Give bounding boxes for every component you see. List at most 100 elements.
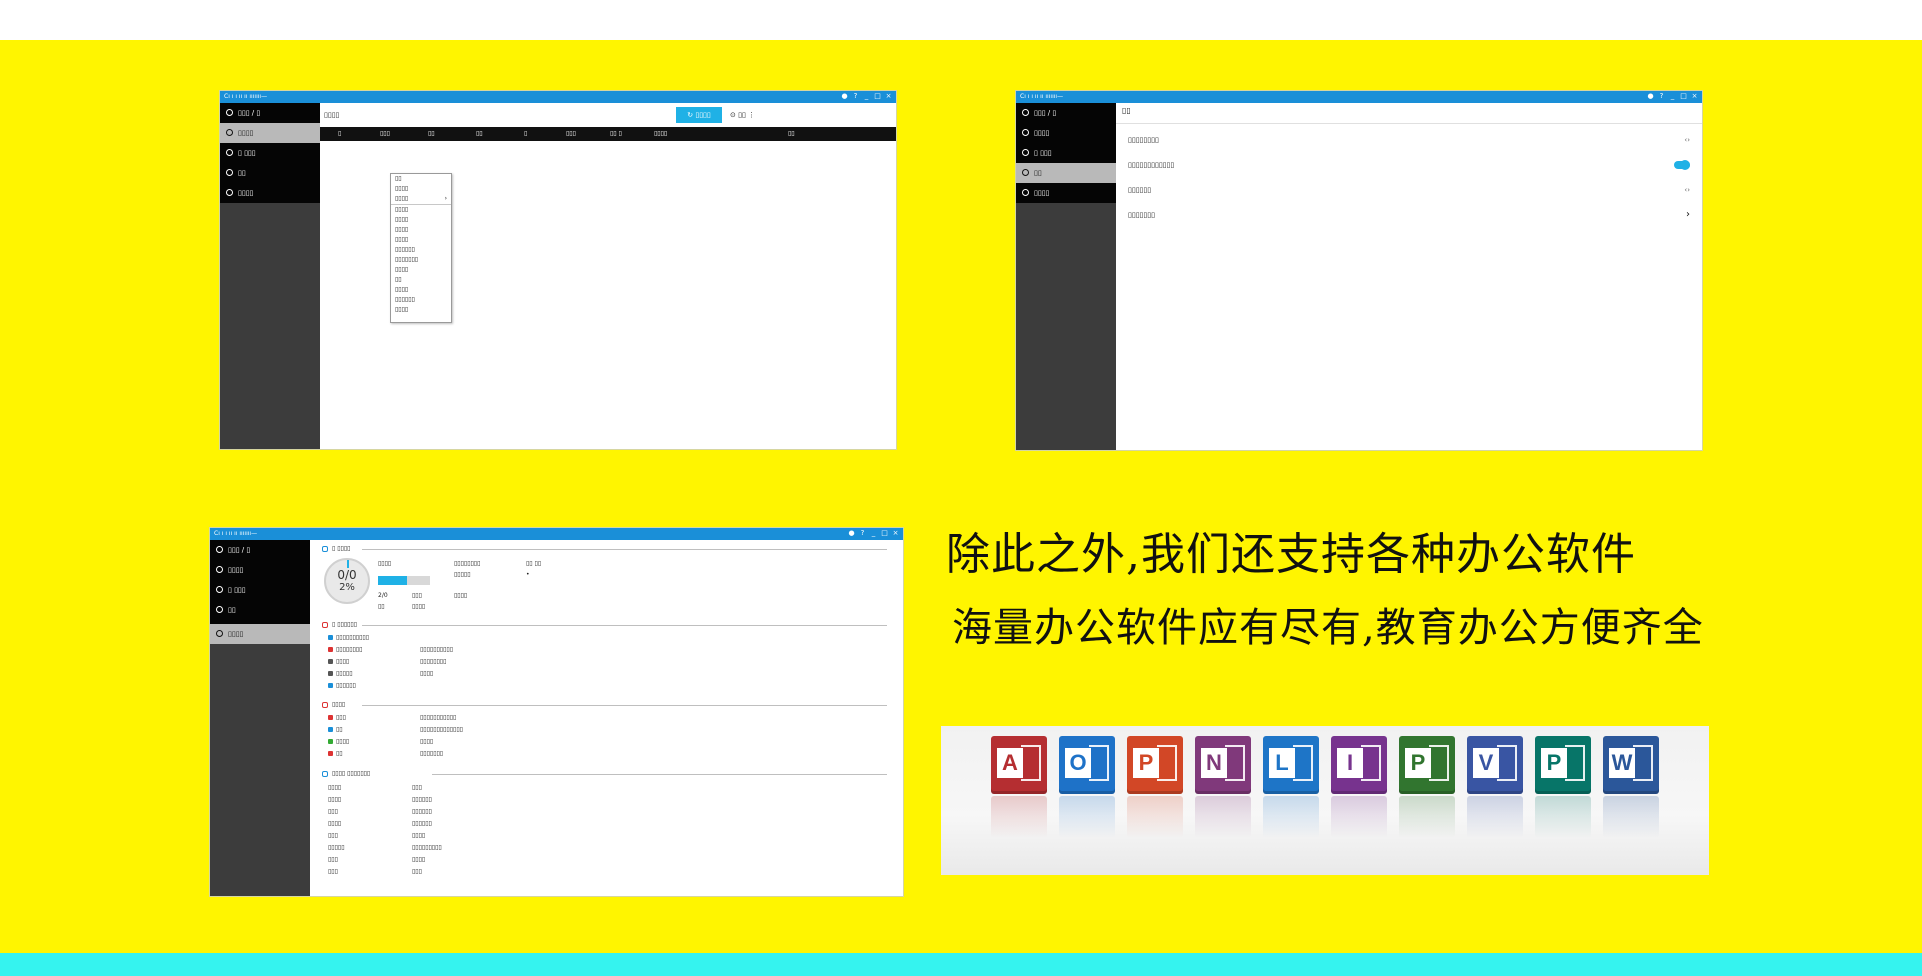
column-header[interactable]: ▯▯ <box>476 127 483 141</box>
sidebar-item-settings[interactable]: ▯▯ <box>1016 163 1116 183</box>
info-value: ▯▯▯ <box>412 784 422 791</box>
progress-fill <box>378 576 407 585</box>
info-key: ▯▯▯▯ <box>336 658 350 665</box>
user-icon[interactable]: ● <box>1647 92 1654 101</box>
context-menu-item[interactable]: ▯▯▯▯ <box>391 305 451 315</box>
info-value: ▯▯▯ <box>412 868 422 875</box>
sidebar-item-about[interactable]: ▯▯▯▯ <box>210 624 310 644</box>
window-controls: ● ? _ □ × <box>841 92 892 101</box>
context-menu-item[interactable]: ▯▯ <box>391 275 451 285</box>
context-menu-item[interactable]: ▯▯▯▯▯▯ <box>391 295 451 305</box>
sidebar-item-files[interactable]: ▯▯▯ / ▯ <box>210 540 310 560</box>
info-value: ▯▯▯▯ <box>420 670 434 677</box>
settings-row-label: ▯▯▯▯▯▯ <box>1128 186 1152 194</box>
user-icon[interactable]: ● <box>841 92 848 101</box>
column-header[interactable]: ▯▯▯▯ <box>654 127 667 141</box>
context-menu-item[interactable]: ▯▯▯▯ <box>391 215 451 225</box>
context-menu-item[interactable]: ▯▯▯▯ <box>391 265 451 275</box>
info-value: ▯▯▯▯▯▯ <box>412 820 432 827</box>
context-menu-item[interactable]: ▯▯▯▯ <box>391 285 451 295</box>
sidebar-item-storage[interactable]: ▯▯▯▯ <box>220 123 320 143</box>
sidebar-item-files[interactable]: ▯▯▯ / ▯ <box>220 103 320 123</box>
stat-extra: • <box>526 571 530 578</box>
sidebar-item-storage[interactable]: ▯▯▯▯ <box>1016 123 1116 143</box>
help-icon[interactable]: ? <box>852 92 859 101</box>
file-list-panel: ▯▯▯▯ ↻ ▯▯▯▯ ⊙ ▯▯ ⋮ ▯ ▯▯▯ ▯▯ ▯▯ ▯ ▯▯▯ ▯▯ … <box>320 103 896 449</box>
section-heading: ▯ ▯▯▯▯▯▯ <box>322 620 887 630</box>
circle-icon <box>226 109 233 116</box>
gear-icon <box>226 169 233 176</box>
sidebar-item-about[interactable]: ▯▯▯▯ <box>220 183 320 203</box>
column-header[interactable]: ▯▯ <box>788 127 795 141</box>
context-menu-item[interactable]: ▯▯▯▯ <box>391 225 451 235</box>
info-row: ▯▯▯▯▯▯▯ <box>328 854 425 866</box>
context-menu-item[interactable]: ▯▯▯▯▯▯▯ <box>391 255 451 265</box>
sidebar-item-storage[interactable]: ▯▯▯▯ <box>210 560 310 580</box>
info-key: ▯▯▯ <box>328 808 338 815</box>
close-icon[interactable]: × <box>885 92 892 101</box>
context-menu-item[interactable]: ▯▯ <box>391 174 451 184</box>
column-header[interactable]: ▯▯ ▯ <box>610 127 622 141</box>
context-menu-item[interactable]: ▯▯▯▯ › <box>391 194 451 205</box>
stat-value: ▯▯▯ <box>412 592 422 599</box>
context-menu-item[interactable]: ▯▯▯▯ <box>391 235 451 245</box>
status-dot <box>328 683 333 688</box>
sidebar-item-about[interactable]: ▯▯▯▯ <box>1016 183 1116 203</box>
disk-icon <box>226 129 233 136</box>
column-header[interactable]: ▯▯▯ <box>380 127 390 141</box>
sidebar-item-settings[interactable]: ▯▯ <box>210 600 310 620</box>
sidebar-item-label: ▯▯▯▯ <box>238 189 254 197</box>
minimize-icon[interactable]: _ <box>1669 92 1676 101</box>
context-menu-item[interactable]: ▯▯▯▯▯▯ <box>391 245 451 255</box>
sidebar-item-files[interactable]: ▯▯▯ / ▯ <box>1016 103 1116 123</box>
disk-icon <box>216 566 223 573</box>
context-menu-item[interactable]: ▯▯▯▯ <box>391 205 451 215</box>
info-value: ▯▯▯▯▯▯▯▯▯▯▯▯▯ <box>420 726 463 733</box>
help-icon[interactable]: ? <box>1658 92 1665 101</box>
maximize-icon[interactable]: □ <box>881 529 888 538</box>
close-icon[interactable]: × <box>892 529 899 538</box>
help-icon[interactable]: ? <box>859 529 866 538</box>
column-header[interactable]: ▯▯ <box>428 127 435 141</box>
stepper-icon[interactable]: ‹› <box>1684 129 1690 151</box>
stepper-icon[interactable]: ‹› <box>1684 179 1690 201</box>
info-row: ▯▯▯▯▯▯▯ <box>328 830 425 842</box>
user-icon[interactable]: ● <box>848 529 855 538</box>
sidebar-item-drives[interactable]: ▯ ▯▯▯ <box>210 580 310 600</box>
sidebar-item-settings[interactable]: ▯▯ <box>220 163 320 183</box>
sidebar-item-drives[interactable]: ▯ ▯▯▯ <box>1016 143 1116 163</box>
maximize-icon[interactable]: □ <box>874 92 881 101</box>
powerpoint-icon: P <box>1127 736 1183 838</box>
close-icon[interactable]: × <box>1691 92 1698 101</box>
sidebar-item-drives[interactable]: ▯ ▯▯▯ <box>220 143 320 163</box>
column-header[interactable]: ▯▯▯ <box>566 127 576 141</box>
sidebar-item-label: ▯▯▯▯ <box>238 129 254 137</box>
section-heading: ▯▯▯▯ <box>322 700 887 710</box>
office-apps-panel: A O P N L I P V P W <box>941 726 1709 875</box>
settings-row[interactable]: ▯▯▯▯▯▯▯▯ ‹› <box>1128 129 1694 151</box>
minimize-icon[interactable]: _ <box>863 92 870 101</box>
info-key: ▯▯▯ <box>328 832 338 839</box>
section-title: ▯ ▯▯▯▯▯▯ <box>332 621 358 628</box>
subline-text: 海量办公软件应有尽有,教育办公方便齐全 <box>952 605 1704 651</box>
context-menu-item[interactable]: ▯▯▯▯ <box>391 184 451 194</box>
chevron-right-icon: › <box>444 195 447 202</box>
refresh-button[interactable]: ↻ ▯▯▯▯ <box>676 107 722 123</box>
info-row: ▯▯▯ ▯▯▯ <box>328 866 422 878</box>
app-letter: N <box>1201 748 1227 778</box>
info-row: ▯▯▯▯▯▯▯▯▯▯▯▯▯▯ <box>328 842 442 854</box>
settings-row[interactable]: ▯▯▯▯▯▯▯▯▯▯▯▯ <box>1128 154 1694 176</box>
settings-row[interactable]: ▯▯▯▯▯▯ ‹› <box>1128 179 1694 201</box>
column-header[interactable]: ▯ <box>524 127 527 141</box>
info-icon <box>226 189 233 196</box>
settings-row[interactable]: ▯▯▯▯▯▯▯ › <box>1128 204 1694 226</box>
maximize-icon[interactable]: □ <box>1680 92 1687 101</box>
chevron-right-icon[interactable]: › <box>1686 204 1690 226</box>
column-header[interactable]: ▯ <box>338 127 341 141</box>
app-glyph <box>1293 745 1313 781</box>
toolbar-actions[interactable]: ⊙ ▯▯ ⋮ <box>730 103 755 127</box>
info-value: ▯▯▯▯▯▯▯▯▯▯ <box>420 646 454 653</box>
gauge-value-top: 0/0 <box>337 568 357 582</box>
toggle-switch[interactable] <box>1674 160 1690 170</box>
minimize-icon[interactable]: _ <box>870 529 877 538</box>
